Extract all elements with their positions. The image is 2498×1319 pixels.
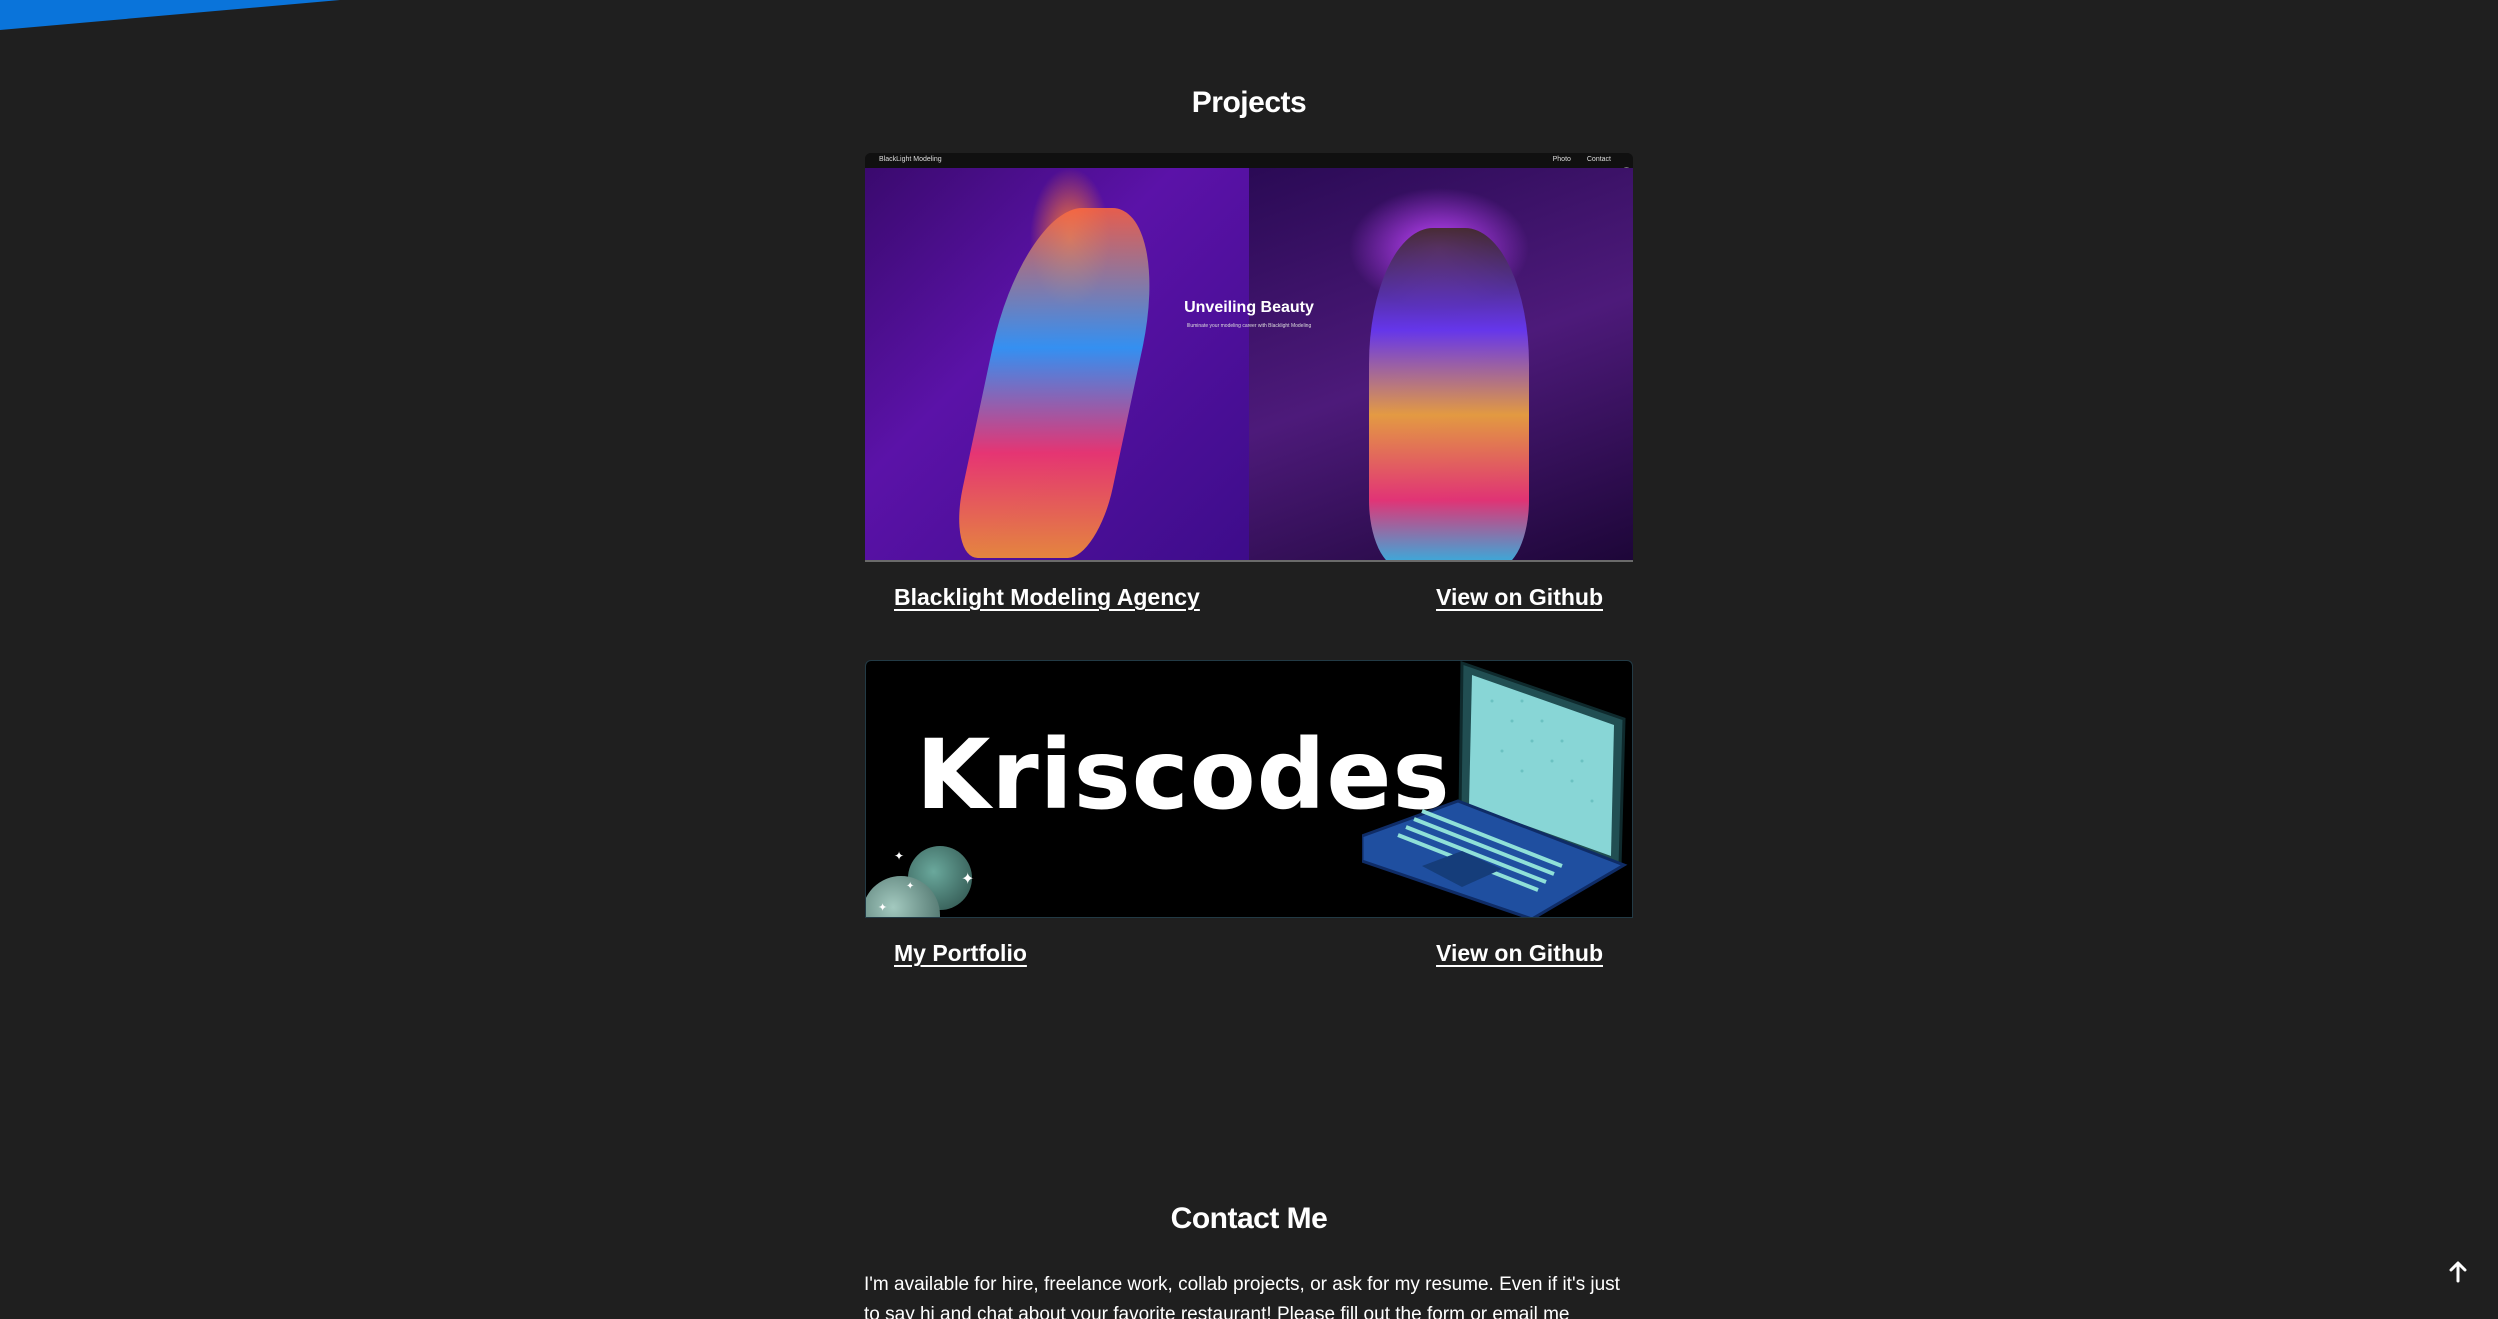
preview-headline: Unveiling Beauty xyxy=(1184,299,1314,316)
project-card-footer: My Portfolio View on Github xyxy=(865,918,1633,978)
preview-model-image-left xyxy=(865,168,1249,560)
preview-brand: BlackLight Modeling xyxy=(879,156,942,163)
preview-model-image-right xyxy=(1249,168,1633,560)
contact-title: Contact Me xyxy=(1170,1202,1328,1235)
sparkle-icon: ✦ xyxy=(906,881,915,892)
contact-description: I'm available for hire, freelance work, … xyxy=(864,1274,1620,1319)
github-link-blacklight[interactable]: View on Github xyxy=(1436,584,1603,611)
model-figure-left xyxy=(947,208,1173,558)
preview-nav-link: Photo xyxy=(1552,156,1571,163)
preview-navbar: BlackLight Modeling Photo Contact xyxy=(865,153,1633,168)
github-link-portfolio[interactable]: View on Github xyxy=(1436,940,1603,967)
project-thumbnail-portfolio[interactable]: Kriscodes_ ✦ ✦ ✦ ✦ xyxy=(865,660,1633,918)
project-link-portfolio[interactable]: My Portfolio xyxy=(894,940,1027,967)
laptop-icon xyxy=(1362,661,1628,917)
page: Projects BlackLight Modeling Photo Conta… xyxy=(0,0,2498,1319)
projects-title: Projects xyxy=(1191,86,1307,119)
model-figure-right xyxy=(1369,228,1529,560)
project-card-blacklight: BlackLight Modeling Photo Contact Unveil… xyxy=(865,153,1633,622)
sparkle-icon: ✦ xyxy=(878,902,888,914)
preview-nav-link: Contact xyxy=(1586,156,1611,163)
scroll-to-top-button[interactable] xyxy=(2443,1257,2473,1287)
preview-nav-links: Photo Contact xyxy=(1539,156,1611,163)
sparkle-icon: ✦ xyxy=(894,849,905,863)
project-card-footer: Blacklight Modeling Agency View on Githu… xyxy=(865,562,1633,622)
sparkle-icon: ✦ xyxy=(961,871,975,888)
project-thumbnail-blacklight[interactable]: BlackLight Modeling Photo Contact Unveil… xyxy=(865,153,1633,562)
project-card-portfolio: Kriscodes_ ✦ ✦ ✦ ✦ My Portfolio View on … xyxy=(865,660,1633,978)
preview-subheadline: Illuminate your modeling career with Bla… xyxy=(1186,323,1312,329)
project-link-blacklight[interactable]: Blacklight Modeling Agency xyxy=(894,584,1200,611)
arrow-up-icon xyxy=(2449,1261,2467,1283)
corner-accent-shape xyxy=(0,0,340,30)
